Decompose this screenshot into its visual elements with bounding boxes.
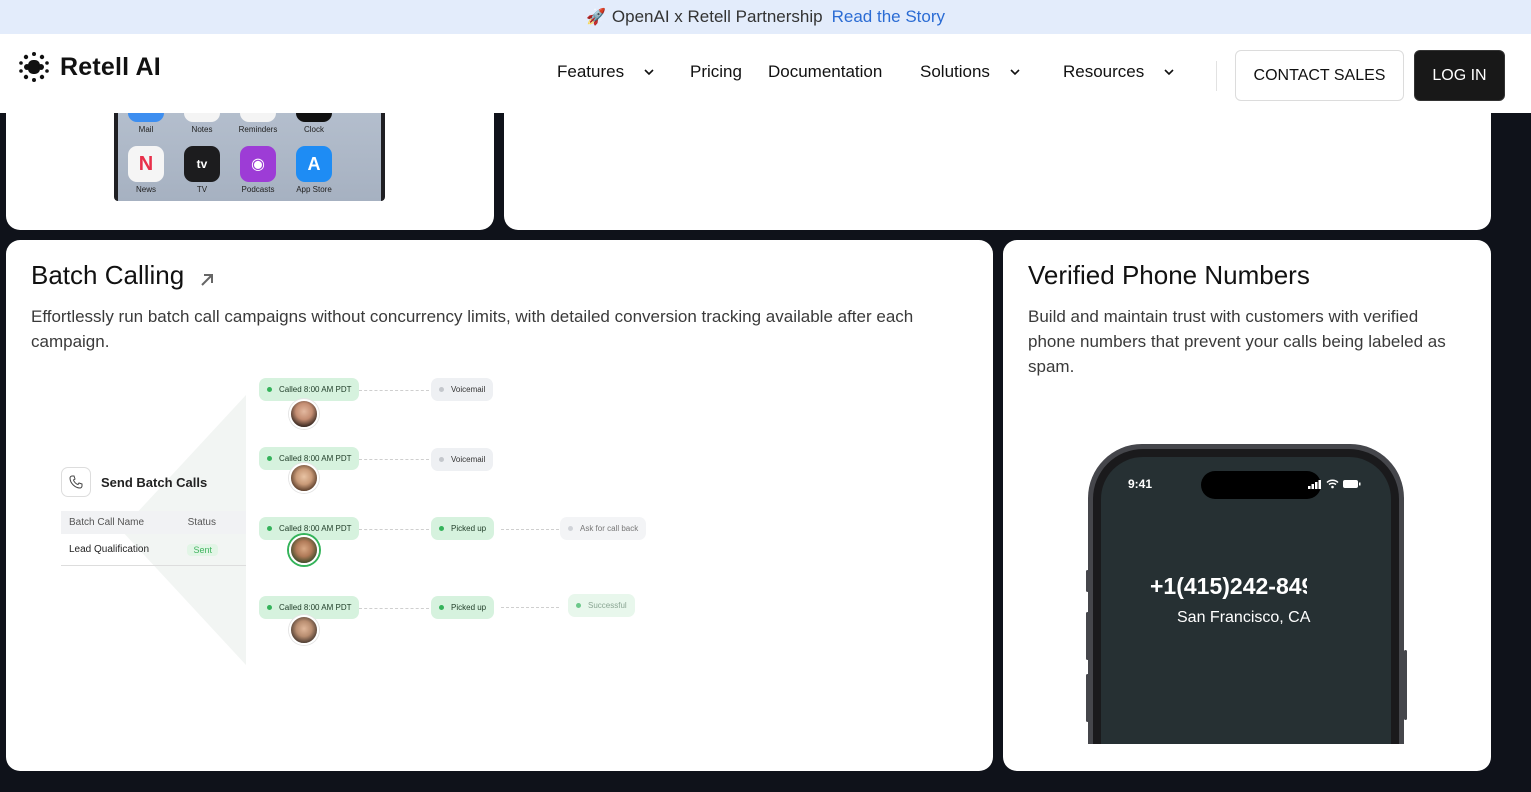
verified-numbers-title-row: Verified Phone Numbers (1028, 260, 1310, 291)
nav-solutions[interactable]: Solutions (920, 62, 1022, 82)
nav-solutions-label: Solutions (920, 62, 990, 81)
status-badge: Sent (187, 544, 218, 556)
col-batch-call-name: Batch Call Name (69, 517, 145, 528)
site-header: Retell AI Features Pricing Documentation… (0, 34, 1531, 113)
batch-calling-title: Batch Calling (31, 260, 185, 290)
avatar (289, 463, 319, 493)
mail-icon (128, 112, 164, 122)
app-news: N News (118, 146, 174, 194)
verified-numbers-title: Verified Phone Numbers (1028, 260, 1310, 290)
app-app-store: A App Store (286, 146, 342, 194)
batch-calling-card: Batch Calling Effortlessly run batch cal… (6, 240, 993, 771)
clock-icon (296, 112, 332, 122)
connector-line (359, 459, 429, 460)
tv-icon: tv (184, 146, 220, 182)
status-icons (1308, 479, 1361, 489)
table-row[interactable]: Lead Qualification Sent (61, 534, 246, 566)
status-time: 9:41 (1128, 477, 1153, 491)
reminders-icon (240, 112, 276, 122)
chevron-down-icon (644, 69, 654, 76)
read-story-link[interactable]: Read the Story (832, 7, 945, 27)
nav-pricing-label: Pricing (690, 62, 742, 81)
app-store-icon: A (296, 146, 332, 182)
verified-numbers-description: Build and maintain trust with customers … (1028, 307, 1446, 376)
successful-pill: Successful (568, 594, 635, 617)
table-header: Batch Call Name Status (61, 511, 246, 534)
send-batch-calls-header: Send Batch Calls (61, 467, 246, 497)
called-pill: Called 8:00 AM PDT (259, 378, 360, 401)
batch-calling-diagram: Send Batch Calls Batch Call Name Status … (61, 375, 661, 675)
logo-text: Retell AI (60, 52, 161, 81)
announcement-bar: 🚀 OpenAI x Retell Partnership Read the S… (0, 0, 1531, 34)
phone-mockup: 9:41 +1(415)242-8491 San Francisco, CA (1088, 444, 1404, 744)
connector-line (359, 608, 429, 609)
connector-line (501, 607, 559, 608)
app-notes: Notes (174, 112, 230, 134)
chevron-down-icon (1010, 69, 1020, 76)
battery-icon (1343, 480, 1361, 488)
verified-numbers-card: Verified Phone Numbers Build and maintai… (1003, 240, 1491, 771)
nav-resources[interactable]: Resources (1063, 62, 1176, 82)
avatar (289, 399, 319, 429)
nav-features[interactable]: Features (557, 62, 656, 82)
picked-up-pill: Picked up (431, 517, 495, 540)
voicemail-pill: Voicemail (431, 448, 494, 471)
nav-features-label: Features (557, 62, 625, 81)
rocket-icon: 🚀 (585, 9, 606, 26)
batch-calling-title-row: Batch Calling (31, 260, 216, 291)
signal-icon (1308, 480, 1321, 489)
caller-location: San Francisco, CA (1177, 609, 1311, 626)
nav-resources-label: Resources (1063, 62, 1145, 81)
news-icon: N (128, 146, 164, 182)
phone-call-icon (61, 467, 91, 497)
avatar (289, 615, 319, 645)
phone-call-screen: 9:41 +1(415)242-8491 San Francisco, CA (1101, 457, 1391, 744)
phone-side-button (1404, 650, 1407, 720)
ask-callback-pill: Ask for call back (560, 517, 647, 540)
batch-calling-description: Effortlessly run batch call campaigns wi… (31, 307, 914, 351)
connector-line (359, 529, 429, 530)
arrow-up-right-icon[interactable] (198, 271, 216, 289)
caller-number: +1(415)242-8491 (1150, 573, 1307, 599)
batch-call-table: Batch Call Name Status Lead Qualificatio… (61, 511, 246, 566)
send-batch-calls-panel: Send Batch Calls Batch Call Name Status … (61, 467, 246, 572)
app-podcasts: ◉ Podcasts (230, 146, 286, 194)
col-status: Status (187, 517, 216, 528)
login-button[interactable]: LOG IN (1414, 50, 1505, 101)
nav-divider (1216, 61, 1217, 91)
nav-documentation-label: Documentation (768, 62, 883, 81)
announcement-text: OpenAI x Retell Partnership (611, 7, 823, 26)
chevron-down-icon (1164, 69, 1174, 76)
picked-up-pill: Picked up (431, 596, 495, 619)
contact-sales-button[interactable]: CONTACT SALES (1235, 50, 1404, 101)
app-mail: Mail (118, 112, 174, 134)
retell-logo-icon (19, 52, 49, 82)
dynamic-island (1201, 471, 1321, 499)
app-tv: tv TV (174, 146, 230, 194)
logo[interactable]: Retell AI (18, 51, 161, 83)
notes-icon (184, 112, 220, 122)
voicemail-pill: Voicemail (431, 378, 494, 401)
avatar (289, 535, 319, 565)
app-reminders: Reminders (230, 112, 286, 134)
connector-line (359, 390, 429, 391)
send-batch-calls-title: Send Batch Calls (101, 474, 208, 490)
row-batch-name: Lead Qualification (69, 544, 150, 555)
podcasts-icon: ◉ (240, 146, 276, 182)
nav-pricing[interactable]: Pricing (690, 62, 742, 82)
app-clock: Clock (286, 112, 342, 134)
wifi-icon (1326, 479, 1339, 489)
connector-line (501, 529, 559, 530)
nav-documentation[interactable]: Documentation (768, 62, 882, 82)
